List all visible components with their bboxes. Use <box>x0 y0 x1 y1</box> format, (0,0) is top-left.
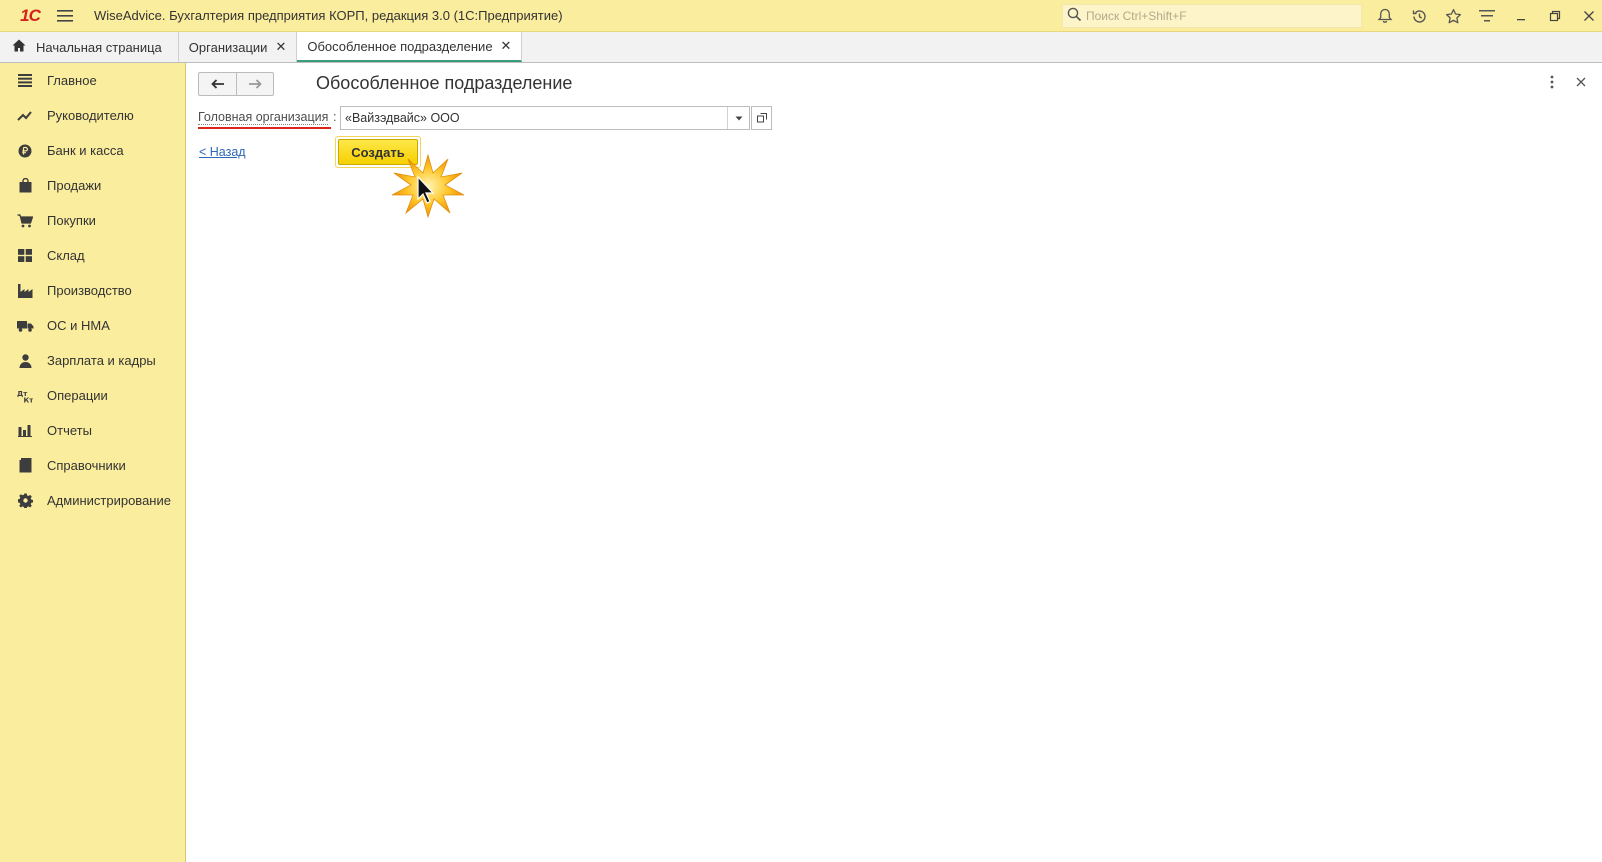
sidebar-item-label: Руководителю <box>47 108 134 123</box>
open-item-icon[interactable] <box>751 106 772 130</box>
tab-separate-division[interactable]: Обособленное подразделение ✕ <box>297 32 523 62</box>
app-title: WiseAdvice. Бухгалтерия предприятия КОРП… <box>94 8 563 23</box>
sidebar-item-sales[interactable]: Продажи <box>0 168 185 203</box>
more-actions-icon[interactable] <box>1550 75 1554 92</box>
required-underline <box>198 127 331 129</box>
bell-icon[interactable] <box>1368 0 1402 32</box>
factory-icon <box>16 282 34 300</box>
sidebar-item-label: Отчеты <box>47 423 92 438</box>
sidebar-item-label: Покупки <box>47 213 96 228</box>
sidebar-item-warehouse[interactable]: Склад <box>0 238 185 273</box>
sidebar-item-reports[interactable]: Отчеты <box>0 413 185 448</box>
book-icon <box>16 457 34 475</box>
home-icon <box>12 39 26 55</box>
sidebar-item-manager[interactable]: Руководителю <box>0 98 185 133</box>
sidebar-item-label: Производство <box>47 283 132 298</box>
head-org-field[interactable]: «Вайзэдвайс» ООО <box>340 106 750 130</box>
cart-icon <box>16 212 34 230</box>
sidebar-item-label: Справочники <box>47 458 126 473</box>
window-close-icon[interactable] <box>1572 0 1602 32</box>
sidebar-item-label: Склад <box>47 248 85 263</box>
head-org-value[interactable]: «Вайзэдвайс» ООО <box>341 107 727 129</box>
functions-menu-icon[interactable] <box>1470 0 1504 32</box>
tab-label: Начальная страница <box>36 39 162 55</box>
sidebar-item-purchases[interactable]: Покупки <box>0 203 185 238</box>
shopping-bag-icon <box>16 177 34 195</box>
sidebar-item-salary[interactable]: Зарплата и кадры <box>0 343 185 378</box>
title-bar: 1С WiseAdvice. Бухгалтерия предприятия К… <box>0 0 1602 32</box>
click-highlight-icon <box>391 153 465 219</box>
sidebar-item-directories[interactable]: Справочники <box>0 448 185 483</box>
head-org-colon: : <box>333 110 337 124</box>
page-title: Обособленное подразделение <box>316 73 573 93</box>
tab-label: Обособленное подразделение <box>307 38 493 54</box>
ruble-coin-icon <box>16 142 34 160</box>
debit-credit-icon: Дт Кт <box>16 387 34 405</box>
tab-bar: Начальная страница Организации ✕ Обособл… <box>0 32 1602 63</box>
search-icon <box>1067 7 1082 25</box>
sidebar-item-label: Продажи <box>47 178 102 193</box>
search-box[interactable] <box>1062 4 1362 28</box>
back-arrow-button[interactable] <box>199 73 236 95</box>
warehouse-grid-icon <box>16 247 34 265</box>
bar-chart-icon <box>16 422 34 440</box>
sidebar-item-fixed-assets[interactable]: ОС и НМА <box>0 308 185 343</box>
menu-lines-icon <box>16 72 34 90</box>
gear-icon <box>16 492 34 510</box>
sidebar-item-label: Зарплата и кадры <box>47 353 156 368</box>
tab-organizations[interactable]: Организации ✕ <box>178 32 298 62</box>
search-input[interactable] <box>1086 5 1356 27</box>
tab-label: Организации <box>188 39 268 55</box>
truck-icon <box>16 317 34 335</box>
history-nav <box>198 72 274 96</box>
1c-logo[interactable]: 1С <box>10 0 50 32</box>
minimize-icon[interactable] <box>1504 0 1538 32</box>
restore-icon[interactable] <box>1538 0 1572 32</box>
sections-panel: Главное Руководителю Банк и касса Продаж… <box>0 63 186 862</box>
head-org-label[interactable]: Головная организация <box>198 110 329 125</box>
sidebar-item-label: ОС и НМА <box>47 318 110 333</box>
trend-up-icon <box>16 107 34 125</box>
history-icon[interactable] <box>1402 0 1436 32</box>
forward-arrow-button[interactable] <box>236 73 273 95</box>
main-menu-icon[interactable] <box>52 3 78 29</box>
tab-home[interactable]: Начальная страница <box>0 32 179 62</box>
tab-close-icon[interactable]: ✕ <box>501 38 512 54</box>
tab-close-icon[interactable]: ✕ <box>275 39 286 55</box>
sidebar-item-label: Банк и касса <box>47 143 124 158</box>
sidebar-item-label: Главное <box>47 73 97 88</box>
sidebar-item-production[interactable]: Производство <box>0 273 185 308</box>
sidebar-item-administration[interactable]: Администрирование <box>0 483 185 518</box>
sidebar-item-main[interactable]: Главное <box>0 63 185 98</box>
back-link[interactable]: < Назад <box>199 145 246 159</box>
svg-text:Кт: Кт <box>24 396 34 403</box>
sidebar-item-operations[interactable]: Дт Кт Операции <box>0 378 185 413</box>
form-close-icon[interactable] <box>1576 75 1586 90</box>
sidebar-item-label: Администрирование <box>47 493 171 508</box>
form-area: Обособленное подразделение Головная орга… <box>186 63 1602 862</box>
dropdown-arrow-icon[interactable] <box>727 107 749 129</box>
sidebar-item-label: Операции <box>47 388 108 403</box>
sidebar-item-bank[interactable]: Банк и касса <box>0 133 185 168</box>
person-icon <box>16 352 34 370</box>
star-icon[interactable] <box>1436 0 1470 32</box>
